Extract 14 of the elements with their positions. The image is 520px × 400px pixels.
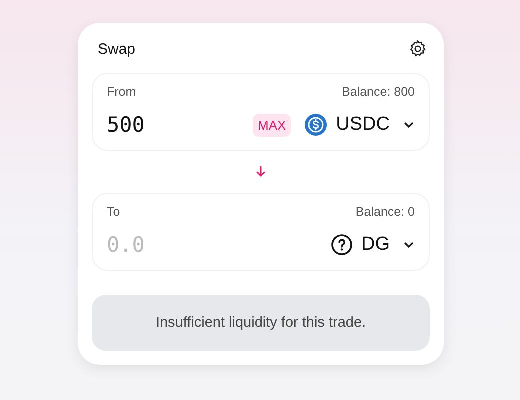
- card-title: Swap: [98, 40, 136, 58]
- arrow-down-icon[interactable]: [255, 166, 267, 178]
- token-selector[interactable]: DG: [330, 234, 415, 256]
- settings-icon[interactable]: [408, 39, 428, 59]
- panel-label: To: [107, 205, 120, 221]
- balance-text: Balance: 800: [342, 85, 415, 101]
- question-icon: [330, 234, 352, 256]
- amount-field[interactable]: 500: [107, 113, 243, 137]
- balance-text: Balance: 0: [356, 205, 415, 221]
- amount-field[interactable]: 0.0: [107, 233, 320, 257]
- coin-icon: [305, 114, 328, 136]
- max-button[interactable]: MAX: [252, 114, 292, 136]
- panel-label: From: [107, 85, 136, 101]
- token-selector[interactable]: USDC: [305, 114, 415, 136]
